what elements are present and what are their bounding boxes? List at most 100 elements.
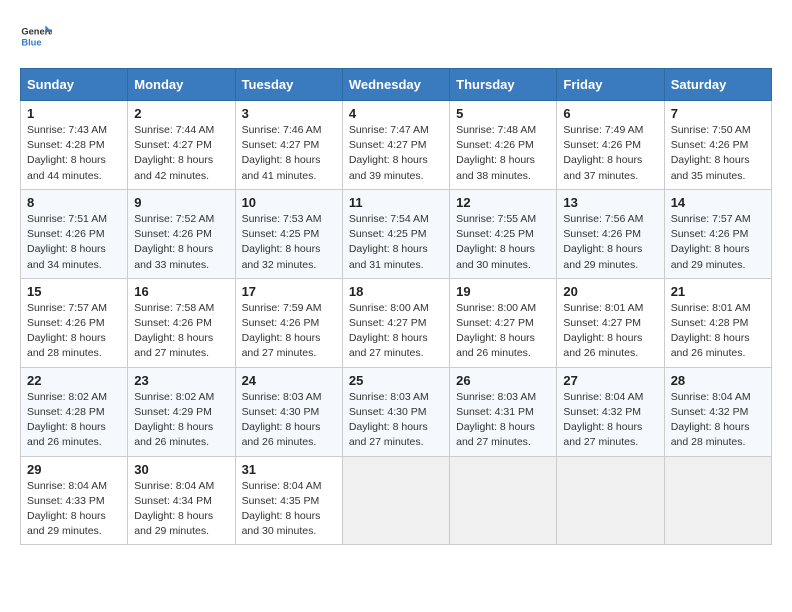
- daylight-label: Daylight: 8 hours and 28 minutes.: [671, 421, 750, 448]
- sunset-label: Sunset: 4:26 PM: [27, 228, 105, 240]
- sunrise-label: Sunrise: 7:54 AM: [349, 213, 429, 225]
- day-number: 27: [563, 373, 657, 388]
- sunrise-label: Sunrise: 7:57 AM: [671, 213, 751, 225]
- sunset-label: Sunset: 4:26 PM: [242, 317, 320, 329]
- sunset-label: Sunset: 4:28 PM: [671, 317, 749, 329]
- calendar-cell: 22 Sunrise: 8:02 AM Sunset: 4:28 PM Dayl…: [21, 367, 128, 456]
- sunrise-label: Sunrise: 7:46 AM: [242, 124, 322, 136]
- daylight-label: Daylight: 8 hours and 30 minutes.: [456, 243, 535, 270]
- day-info: Sunrise: 8:04 AM Sunset: 4:33 PM Dayligh…: [27, 479, 121, 540]
- sunset-label: Sunset: 4:32 PM: [671, 406, 749, 418]
- day-info: Sunrise: 7:44 AM Sunset: 4:27 PM Dayligh…: [134, 123, 228, 184]
- daylight-label: Daylight: 8 hours and 26 minutes.: [242, 421, 321, 448]
- day-number: 9: [134, 195, 228, 210]
- daylight-label: Daylight: 8 hours and 27 minutes.: [563, 421, 642, 448]
- daylight-label: Daylight: 8 hours and 27 minutes.: [349, 421, 428, 448]
- calendar-cell: 19 Sunrise: 8:00 AM Sunset: 4:27 PM Dayl…: [450, 278, 557, 367]
- sunrise-label: Sunrise: 7:43 AM: [27, 124, 107, 136]
- daylight-label: Daylight: 8 hours and 27 minutes.: [134, 332, 213, 359]
- page-header: General Blue: [20, 20, 772, 52]
- sunrise-label: Sunrise: 7:55 AM: [456, 213, 536, 225]
- sunrise-label: Sunrise: 7:56 AM: [563, 213, 643, 225]
- day-header-tuesday: Tuesday: [235, 69, 342, 101]
- day-info: Sunrise: 8:04 AM Sunset: 4:32 PM Dayligh…: [563, 390, 657, 451]
- sunset-label: Sunset: 4:34 PM: [134, 495, 212, 507]
- daylight-label: Daylight: 8 hours and 30 minutes.: [242, 510, 321, 537]
- calendar-cell: 16 Sunrise: 7:58 AM Sunset: 4:26 PM Dayl…: [128, 278, 235, 367]
- sunrise-label: Sunrise: 8:04 AM: [563, 391, 643, 403]
- day-number: 23: [134, 373, 228, 388]
- sunrise-label: Sunrise: 8:02 AM: [134, 391, 214, 403]
- calendar-week-row: 22 Sunrise: 8:02 AM Sunset: 4:28 PM Dayl…: [21, 367, 772, 456]
- sunset-label: Sunset: 4:35 PM: [242, 495, 320, 507]
- calendar-cell: 6 Sunrise: 7:49 AM Sunset: 4:26 PM Dayli…: [557, 101, 664, 190]
- sunset-label: Sunset: 4:27 PM: [242, 139, 320, 151]
- day-info: Sunrise: 8:00 AM Sunset: 4:27 PM Dayligh…: [349, 301, 443, 362]
- sunset-label: Sunset: 4:28 PM: [27, 139, 105, 151]
- day-number: 16: [134, 284, 228, 299]
- calendar-cell: 11 Sunrise: 7:54 AM Sunset: 4:25 PM Dayl…: [342, 189, 449, 278]
- day-number: 28: [671, 373, 765, 388]
- calendar-cell: 18 Sunrise: 8:00 AM Sunset: 4:27 PM Dayl…: [342, 278, 449, 367]
- sunset-label: Sunset: 4:31 PM: [456, 406, 534, 418]
- daylight-label: Daylight: 8 hours and 42 minutes.: [134, 154, 213, 181]
- calendar-cell: 25 Sunrise: 8:03 AM Sunset: 4:30 PM Dayl…: [342, 367, 449, 456]
- sunrise-label: Sunrise: 8:01 AM: [563, 302, 643, 314]
- calendar-cell: 17 Sunrise: 7:59 AM Sunset: 4:26 PM Dayl…: [235, 278, 342, 367]
- sunset-label: Sunset: 4:30 PM: [242, 406, 320, 418]
- sunrise-label: Sunrise: 8:01 AM: [671, 302, 751, 314]
- daylight-label: Daylight: 8 hours and 38 minutes.: [456, 154, 535, 181]
- day-info: Sunrise: 7:55 AM Sunset: 4:25 PM Dayligh…: [456, 212, 550, 273]
- calendar-cell: 27 Sunrise: 8:04 AM Sunset: 4:32 PM Dayl…: [557, 367, 664, 456]
- sunset-label: Sunset: 4:26 PM: [563, 228, 641, 240]
- day-info: Sunrise: 8:04 AM Sunset: 4:34 PM Dayligh…: [134, 479, 228, 540]
- calendar-cell: 29 Sunrise: 8:04 AM Sunset: 4:33 PM Dayl…: [21, 456, 128, 545]
- daylight-label: Daylight: 8 hours and 35 minutes.: [671, 154, 750, 181]
- day-number: 1: [27, 106, 121, 121]
- sunset-label: Sunset: 4:25 PM: [242, 228, 320, 240]
- sunset-label: Sunset: 4:30 PM: [349, 406, 427, 418]
- day-header-friday: Friday: [557, 69, 664, 101]
- day-number: 20: [563, 284, 657, 299]
- day-info: Sunrise: 7:52 AM Sunset: 4:26 PM Dayligh…: [134, 212, 228, 273]
- calendar-cell: 23 Sunrise: 8:02 AM Sunset: 4:29 PM Dayl…: [128, 367, 235, 456]
- sunrise-label: Sunrise: 8:04 AM: [134, 480, 214, 492]
- calendar-cell: 13 Sunrise: 7:56 AM Sunset: 4:26 PM Dayl…: [557, 189, 664, 278]
- calendar-cell: 26 Sunrise: 8:03 AM Sunset: 4:31 PM Dayl…: [450, 367, 557, 456]
- day-info: Sunrise: 7:51 AM Sunset: 4:26 PM Dayligh…: [27, 212, 121, 273]
- day-info: Sunrise: 8:03 AM Sunset: 4:31 PM Dayligh…: [456, 390, 550, 451]
- daylight-label: Daylight: 8 hours and 27 minutes.: [456, 421, 535, 448]
- daylight-label: Daylight: 8 hours and 29 minutes.: [27, 510, 106, 537]
- daylight-label: Daylight: 8 hours and 29 minutes.: [134, 510, 213, 537]
- calendar-cell: 10 Sunrise: 7:53 AM Sunset: 4:25 PM Dayl…: [235, 189, 342, 278]
- day-number: 29: [27, 462, 121, 477]
- day-info: Sunrise: 7:56 AM Sunset: 4:26 PM Dayligh…: [563, 212, 657, 273]
- day-number: 12: [456, 195, 550, 210]
- day-number: 6: [563, 106, 657, 121]
- calendar-cell: [557, 456, 664, 545]
- day-number: 8: [27, 195, 121, 210]
- calendar-cell: 4 Sunrise: 7:47 AM Sunset: 4:27 PM Dayli…: [342, 101, 449, 190]
- calendar-cell: 9 Sunrise: 7:52 AM Sunset: 4:26 PM Dayli…: [128, 189, 235, 278]
- calendar-cell: 20 Sunrise: 8:01 AM Sunset: 4:27 PM Dayl…: [557, 278, 664, 367]
- day-info: Sunrise: 7:57 AM Sunset: 4:26 PM Dayligh…: [671, 212, 765, 273]
- day-number: 21: [671, 284, 765, 299]
- day-info: Sunrise: 8:02 AM Sunset: 4:28 PM Dayligh…: [27, 390, 121, 451]
- svg-text:Blue: Blue: [21, 37, 41, 47]
- calendar-week-row: 1 Sunrise: 7:43 AM Sunset: 4:28 PM Dayli…: [21, 101, 772, 190]
- calendar-cell: 24 Sunrise: 8:03 AM Sunset: 4:30 PM Dayl…: [235, 367, 342, 456]
- day-number: 22: [27, 373, 121, 388]
- daylight-label: Daylight: 8 hours and 39 minutes.: [349, 154, 428, 181]
- calendar-cell: 3 Sunrise: 7:46 AM Sunset: 4:27 PM Dayli…: [235, 101, 342, 190]
- sunrise-label: Sunrise: 8:03 AM: [349, 391, 429, 403]
- sunrise-label: Sunrise: 7:53 AM: [242, 213, 322, 225]
- sunset-label: Sunset: 4:25 PM: [349, 228, 427, 240]
- sunrise-label: Sunrise: 7:44 AM: [134, 124, 214, 136]
- day-info: Sunrise: 7:47 AM Sunset: 4:27 PM Dayligh…: [349, 123, 443, 184]
- day-info: Sunrise: 8:01 AM Sunset: 4:27 PM Dayligh…: [563, 301, 657, 362]
- sunset-label: Sunset: 4:27 PM: [134, 139, 212, 151]
- sunrise-label: Sunrise: 8:00 AM: [456, 302, 536, 314]
- day-number: 19: [456, 284, 550, 299]
- calendar-cell: 30 Sunrise: 8:04 AM Sunset: 4:34 PM Dayl…: [128, 456, 235, 545]
- calendar-cell: 12 Sunrise: 7:55 AM Sunset: 4:25 PM Dayl…: [450, 189, 557, 278]
